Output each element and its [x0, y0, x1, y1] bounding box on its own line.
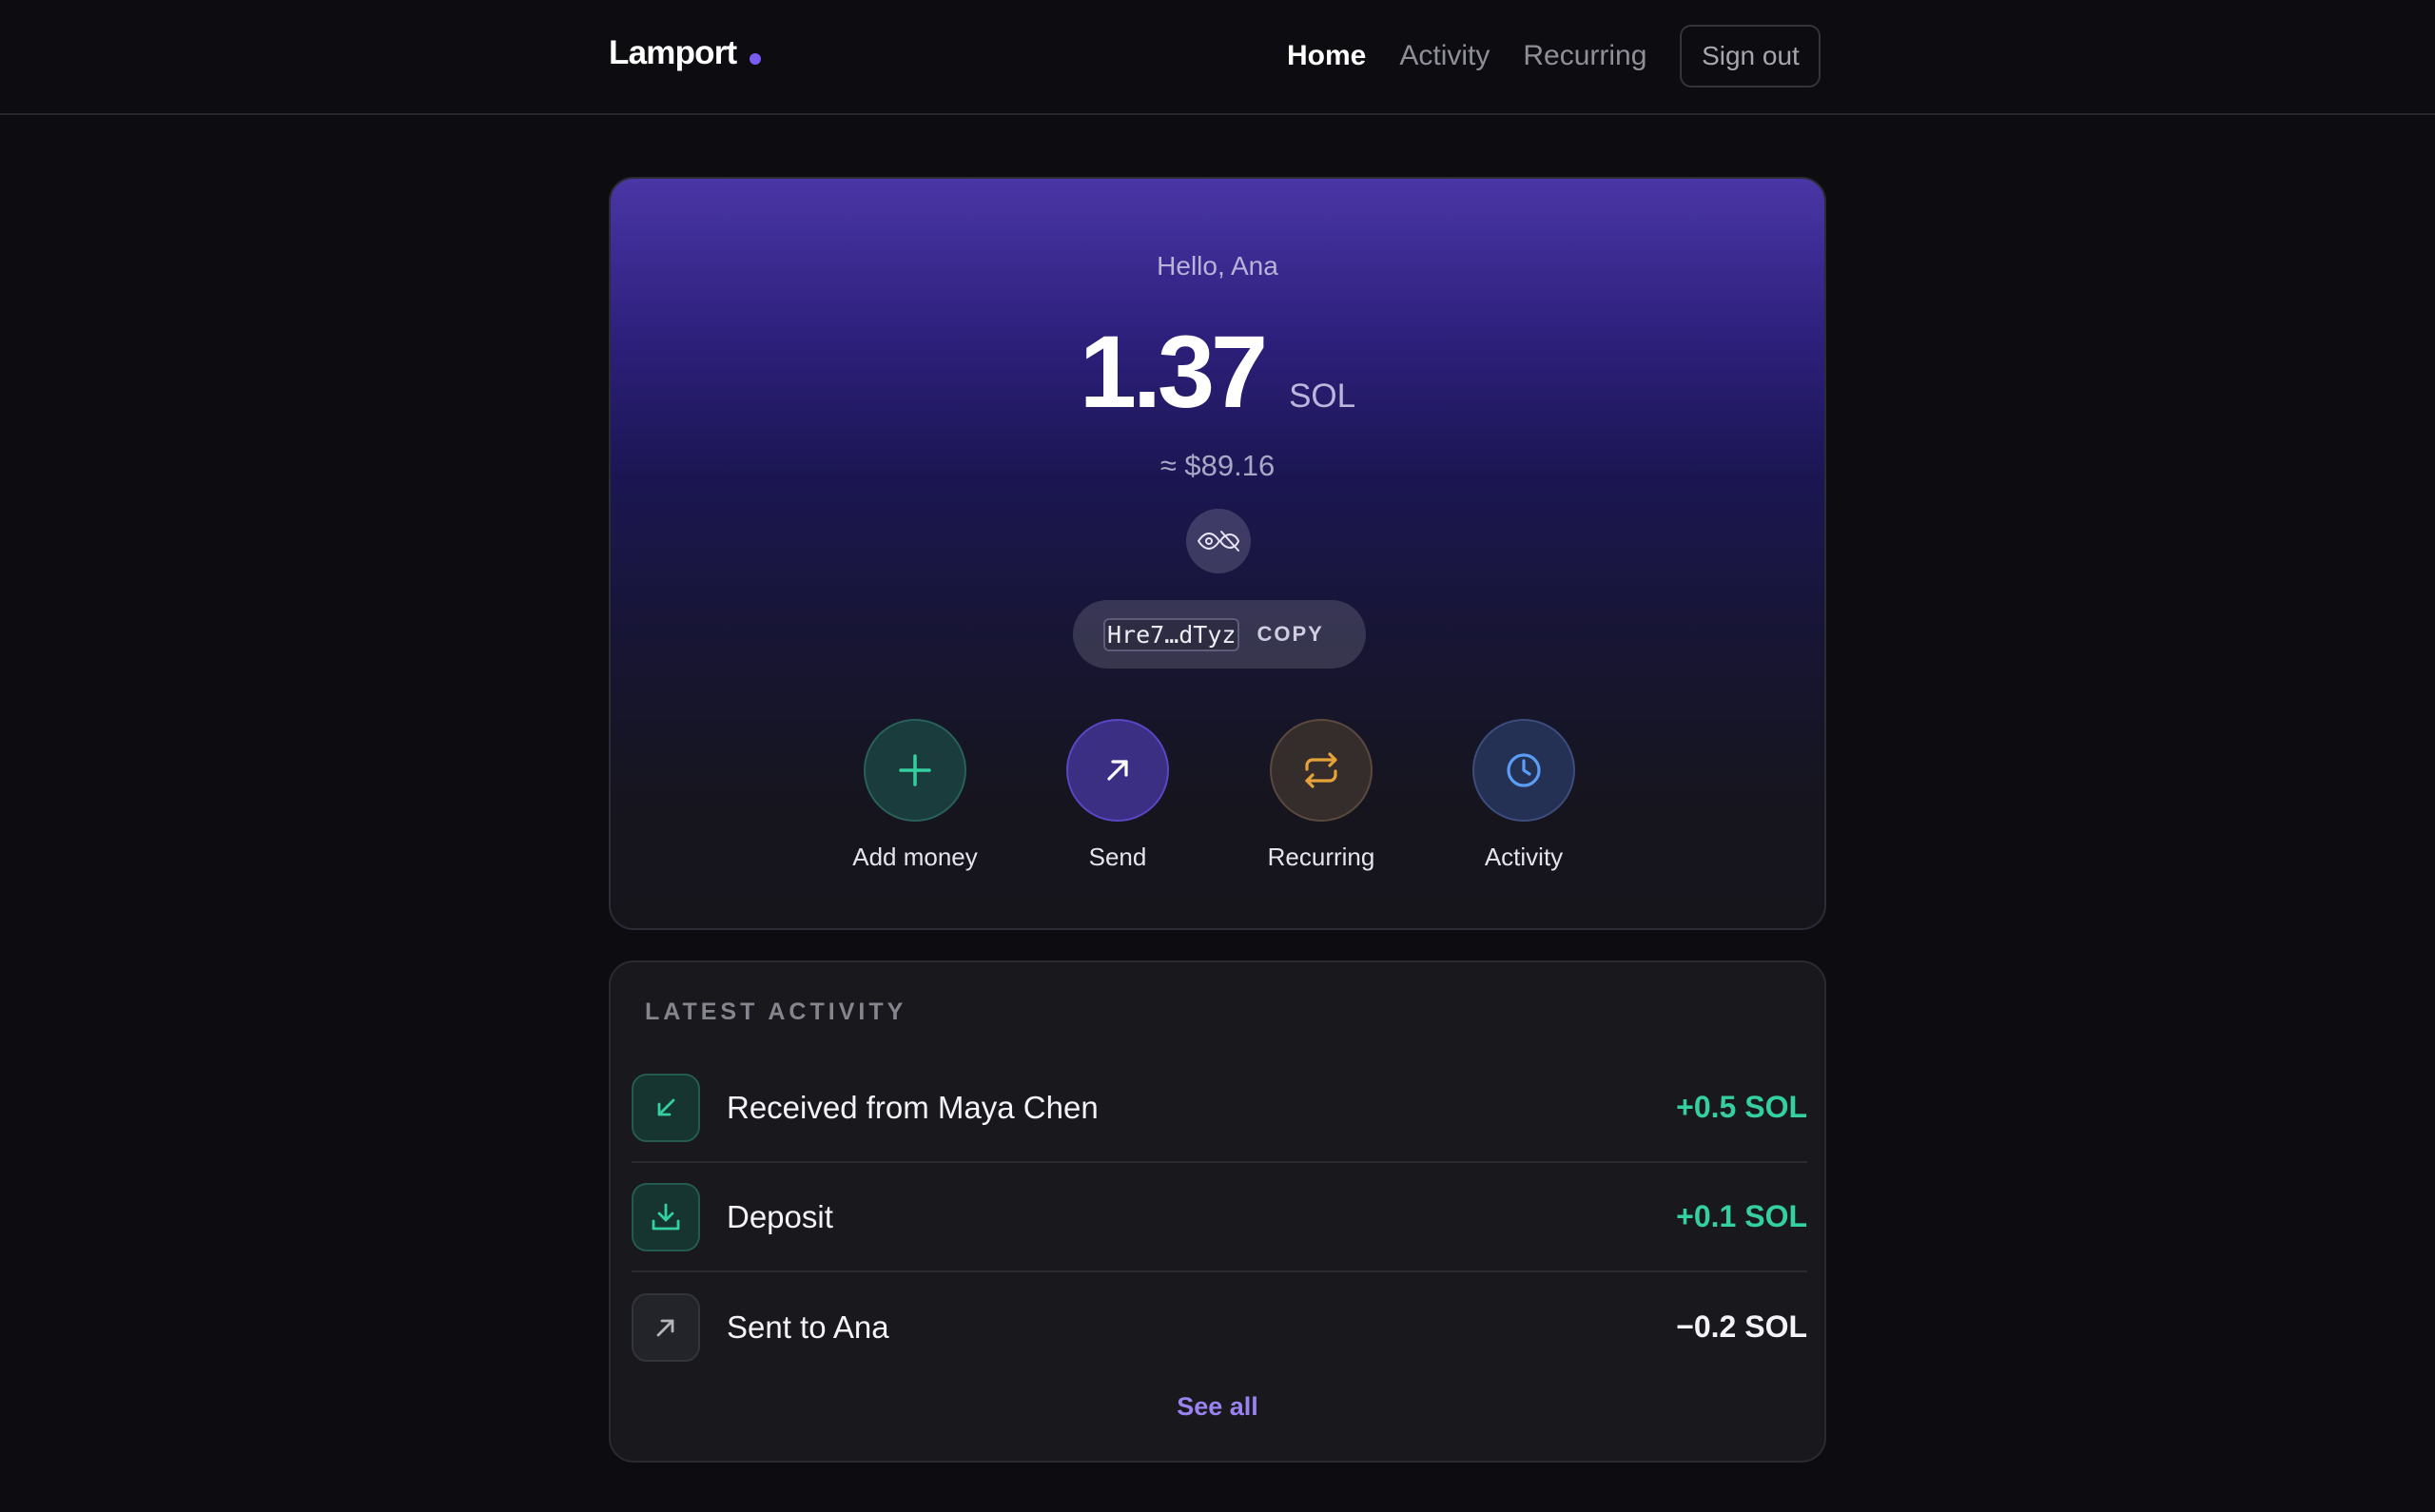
- arrow-up-right-icon: [656, 1319, 674, 1336]
- tx-icon-deposit: [632, 1182, 700, 1251]
- recurring-button[interactable]: Recurring: [1245, 719, 1397, 872]
- top-navigation-bar: Lamport Home Activity Recurring Sign out: [0, 0, 2435, 115]
- eye-off-icon: [1198, 531, 1239, 552]
- arrow-up-right-icon: [1107, 760, 1128, 781]
- brand-logo[interactable]: Lamport: [609, 34, 762, 72]
- nav-link-home[interactable]: Home: [1287, 40, 1366, 72]
- tx-icon-received: [632, 1073, 700, 1142]
- sign-out-button[interactable]: Sign out: [1680, 25, 1821, 87]
- balance-card: Hello, Ana 1.37 SOL ≈ $89.16 Hre7…dTyz C…: [609, 177, 1826, 930]
- send-circle: [1066, 719, 1169, 822]
- activity-button[interactable]: Activity: [1448, 719, 1600, 872]
- add-money-button[interactable]: Add money: [839, 719, 991, 872]
- wallet-address[interactable]: Hre7…dTyz: [1103, 617, 1240, 651]
- fiat-value: ≈ $89.16: [1159, 449, 1276, 482]
- recurring-label: Recurring: [1267, 843, 1375, 871]
- send-label: Send: [1088, 843, 1147, 871]
- tx-amount: +0.5 SOL: [1676, 1090, 1807, 1124]
- balance-unit: SOL: [1289, 378, 1356, 415]
- add-money-label: Add money: [852, 843, 978, 871]
- tx-label: Sent to Ana: [727, 1308, 889, 1345]
- activity-circle: [1472, 719, 1575, 822]
- copy-address-button[interactable]: COPY: [1256, 622, 1323, 647]
- latest-activity-card: LATEST ACTIVITY Received from Maya Chen …: [609, 960, 1826, 1463]
- main-nav: Home Activity Recurring Sign out: [1287, 0, 1821, 112]
- activity-row[interactable]: Deposit +0.1 SOL: [632, 1163, 1807, 1272]
- send-button[interactable]: Send: [1042, 719, 1194, 872]
- tx-label: Received from Maya Chen: [727, 1089, 1099, 1125]
- nav-link-recurring[interactable]: Recurring: [1523, 40, 1646, 72]
- hide-balance-button[interactable]: [1186, 509, 1251, 573]
- see-all-link[interactable]: See all: [611, 1392, 1824, 1422]
- section-title: LATEST ACTIVITY: [645, 998, 907, 1025]
- balance-display: 1.37 SOL: [611, 312, 1824, 431]
- repeat-icon: [1305, 752, 1337, 788]
- recurring-circle: [1270, 719, 1373, 822]
- tx-amount: +0.1 SOL: [1676, 1199, 1807, 1233]
- brand-dot-icon: [750, 53, 762, 65]
- add-money-circle: [864, 719, 966, 822]
- brand-name: Lamport: [609, 34, 737, 71]
- tx-icon-sent: [632, 1292, 700, 1362]
- arrow-down-left-icon: [657, 1098, 675, 1115]
- tx-label: Deposit: [727, 1198, 833, 1234]
- plus-icon: [899, 754, 931, 786]
- activity-row[interactable]: Received from Maya Chen +0.5 SOL: [632, 1054, 1807, 1163]
- download-icon: [652, 1203, 680, 1230]
- activity-row[interactable]: Sent to Ana −0.2 SOL: [632, 1272, 1807, 1382]
- tx-amount: −0.2 SOL: [1676, 1309, 1807, 1344]
- wallet-address-pill: Hre7…dTyz COPY: [1073, 600, 1366, 669]
- clock-icon: [1507, 753, 1541, 787]
- greeting-text: Hello, Ana: [1157, 251, 1278, 281]
- balance-amount: 1.37: [1079, 314, 1268, 429]
- activity-label: Activity: [1484, 843, 1564, 871]
- nav-link-activity[interactable]: Activity: [1399, 40, 1490, 72]
